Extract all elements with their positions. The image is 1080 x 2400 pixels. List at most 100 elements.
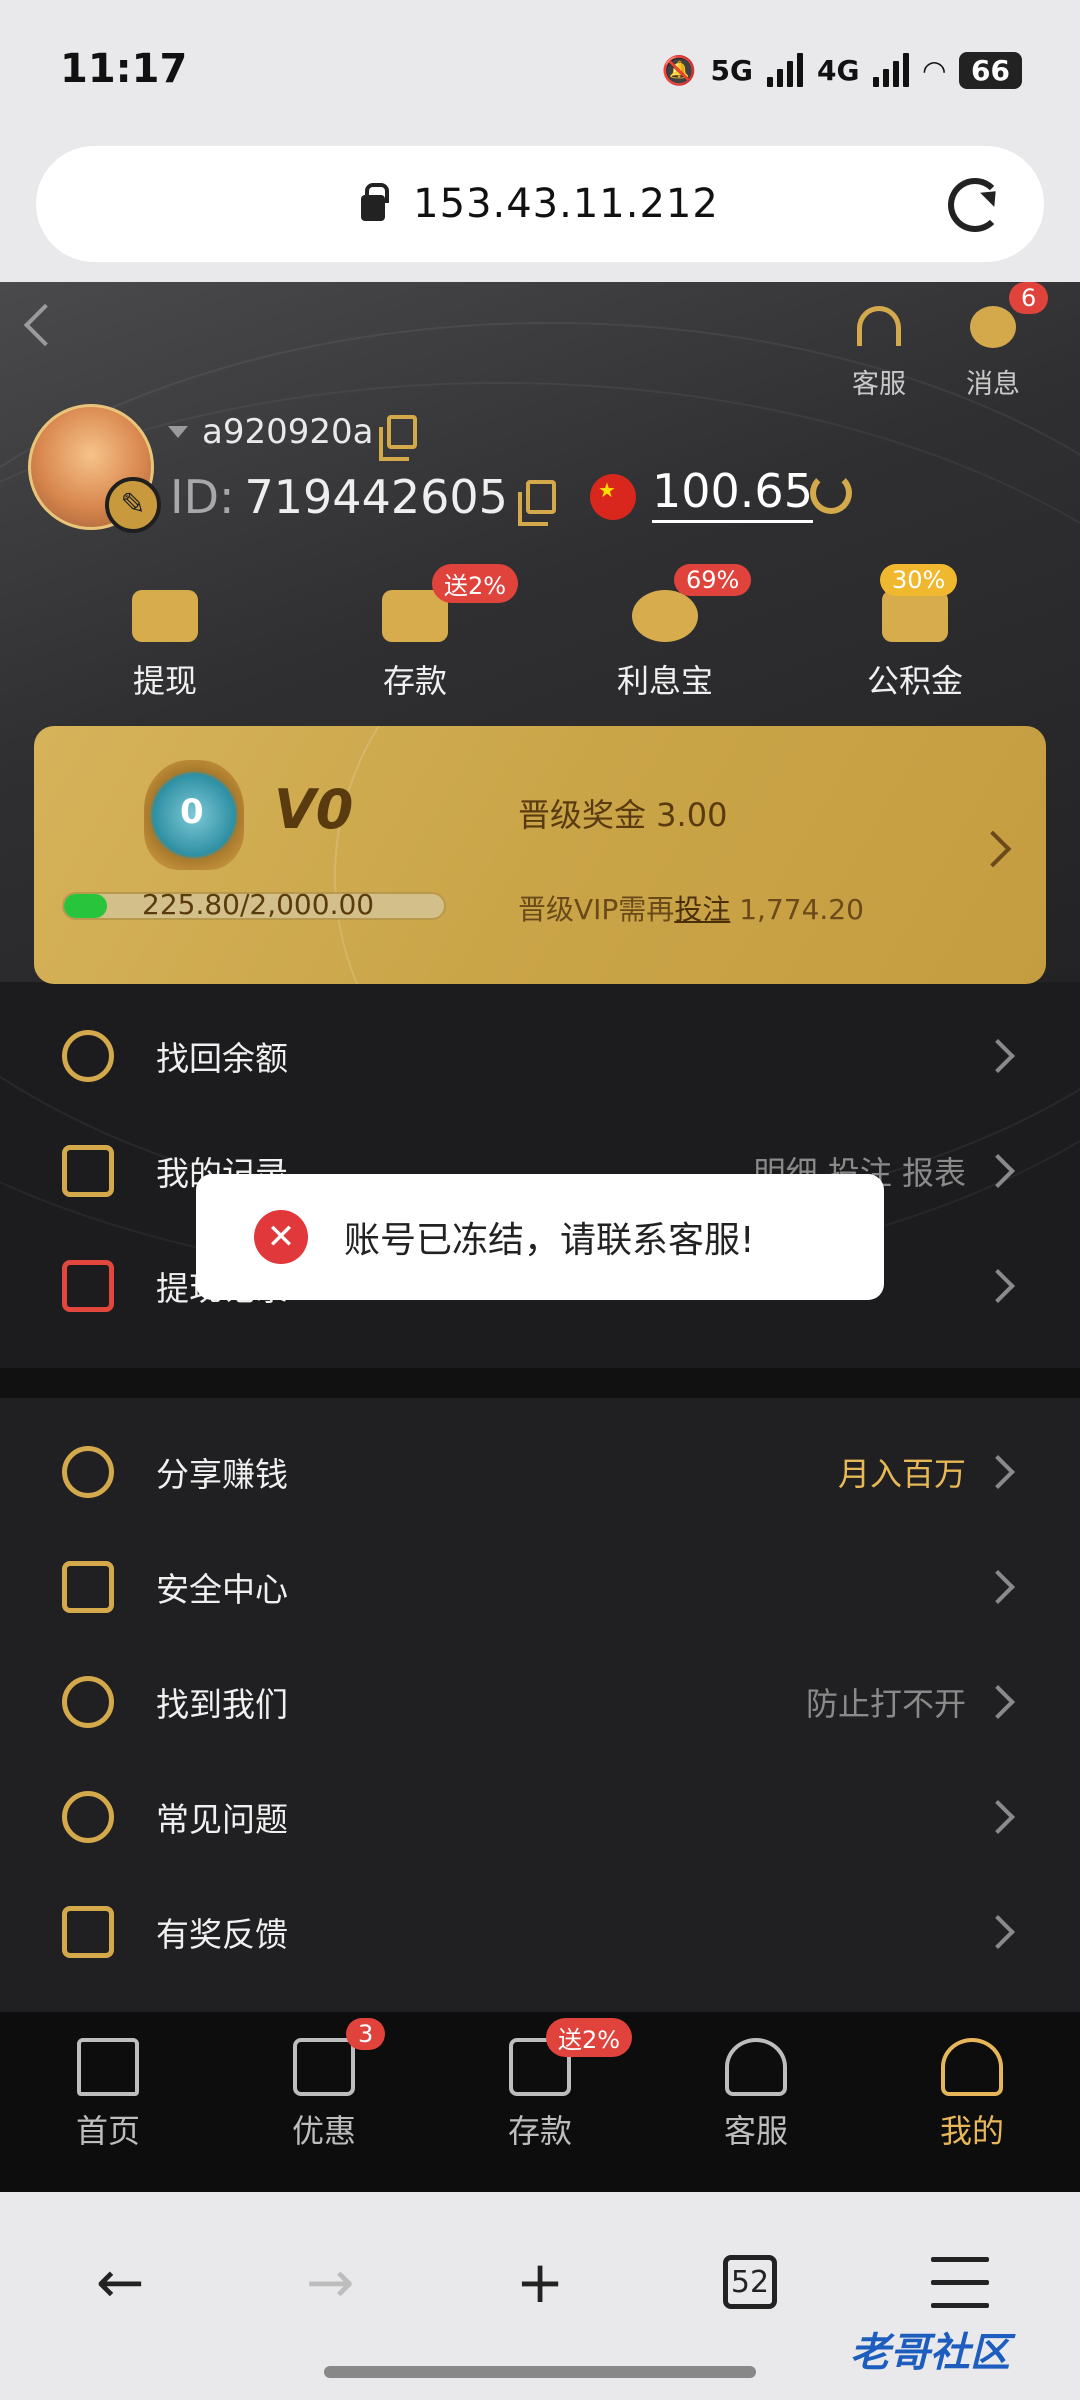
deposit-tab-badge: 送2% xyxy=(546,2018,633,2057)
vip-medal-icon: 0 xyxy=(144,760,244,870)
menu-label: 找到我们 xyxy=(156,1684,288,1724)
service-label: 客服 xyxy=(852,369,906,400)
messages-button[interactable]: 6 消息 xyxy=(948,282,1049,401)
interest-badge: 69% xyxy=(674,564,752,596)
id-label: ID: xyxy=(170,470,235,524)
refresh-balance-icon[interactable] xyxy=(810,472,852,514)
username-row: a920920a xyxy=(168,412,418,461)
action-interest[interactable]: 69% 利息宝 xyxy=(540,564,790,702)
net-4g-label: 4G xyxy=(817,53,860,87)
back-arrow-icon[interactable]: ← xyxy=(80,2242,160,2322)
headset-icon xyxy=(725,2038,787,2096)
wifi-icon: ◠ xyxy=(923,53,946,87)
battery-icon: 66 xyxy=(959,51,1022,89)
card-decoration xyxy=(334,726,1046,984)
back-icon[interactable] xyxy=(23,303,67,347)
menu-icon[interactable] xyxy=(920,2242,1000,2322)
reload-icon[interactable] xyxy=(948,178,1002,232)
action-label: 提现 xyxy=(132,662,197,700)
message-label: 消息 xyxy=(966,369,1020,400)
mute-icon: 🔕 xyxy=(661,53,697,87)
new-tab-icon[interactable]: + xyxy=(500,2242,580,2322)
action-withdraw[interactable]: 提现 xyxy=(40,590,290,702)
status-time: 11:17 xyxy=(60,46,188,92)
tab-mine[interactable]: 我的 xyxy=(864,2012,1080,2192)
action-label: 存款 xyxy=(382,662,447,700)
section-divider xyxy=(0,1368,1080,1398)
tab-service[interactable]: 客服 xyxy=(648,2012,864,2192)
upgrade-bonus: 晋级奖金 3.00 xyxy=(518,796,728,834)
need-amount: 1,774.20 xyxy=(739,893,864,926)
chevron-right-icon xyxy=(981,1038,1015,1073)
signal-icon-2 xyxy=(873,53,910,87)
home-icon xyxy=(77,2038,139,2096)
china-flag-icon xyxy=(590,474,636,520)
copy-id-icon[interactable] xyxy=(517,480,556,526)
menu-label: 安全中心 xyxy=(156,1569,288,1609)
address-bar[interactable]: 153.43.11.212 xyxy=(36,146,1044,262)
menu-feedback[interactable]: 有奖反馈 xyxy=(0,1874,1080,1989)
customer-service-button[interactable]: 客服 xyxy=(834,306,924,401)
gift-icon xyxy=(293,2038,355,2096)
action-label: 利息宝 xyxy=(616,662,713,700)
shield-icon xyxy=(62,1560,114,1613)
menu-security-center[interactable]: 安全中心 xyxy=(0,1529,1080,1644)
chevron-right-icon xyxy=(981,1153,1015,1188)
account-page: 客服 6 消息 ✎ a920920a ID: 719442605 100.65 xyxy=(0,282,1080,2192)
tab-label: 首页 xyxy=(75,2112,140,2150)
upgrade-requirement: 晋级VIP需再投注 1,774.20 xyxy=(518,888,864,928)
menu-label: 找回余额 xyxy=(156,1038,288,1078)
chevron-right-icon xyxy=(981,1914,1015,1949)
chevron-right-icon xyxy=(981,1684,1015,1719)
edit-icon xyxy=(62,1905,114,1958)
search-icon xyxy=(62,1675,114,1728)
record-icon xyxy=(62,1144,114,1197)
username: a920920a xyxy=(202,412,374,452)
watermark-logo: 老哥社区 xyxy=(850,2330,1010,2376)
action-deposit[interactable]: 送2% 存款 xyxy=(290,564,540,702)
menu-share-earn[interactable]: 分享赚钱 月入百万 xyxy=(0,1414,1080,1529)
avatar[interactable]: ✎ xyxy=(28,404,161,533)
user-id: 719442605 xyxy=(244,470,508,524)
net-5g-label: 5G xyxy=(710,53,754,87)
tab-label: 客服 xyxy=(723,2112,788,2150)
vip-level: V0 xyxy=(274,778,354,841)
tab-label: 存款 xyxy=(507,2112,572,2150)
tab-label: 优惠 xyxy=(291,2112,356,2150)
tab-count: 52 xyxy=(723,2255,777,2309)
fund-badge: 30% xyxy=(880,564,958,596)
home-indicator[interactable] xyxy=(324,2366,756,2378)
vip-card[interactable]: 0 V0 晋级奖金 3.00 225.80/2,000.00 晋级VIP需再投注… xyxy=(34,726,1046,984)
toast-message: 账号已冻结，请联系客服! xyxy=(344,1220,755,1261)
menu-find-us[interactable]: 找到我们 防止打不开 xyxy=(0,1644,1080,1759)
error-icon: ✕ xyxy=(254,1210,308,1264)
signal-icon xyxy=(767,53,804,87)
copy-username-icon[interactable] xyxy=(379,415,418,461)
chevron-right-icon xyxy=(981,1569,1015,1604)
dropdown-icon[interactable] xyxy=(168,426,188,448)
tab-promotions[interactable]: 3 优惠 xyxy=(216,2012,432,2192)
chevron-right-icon xyxy=(981,1454,1015,1489)
cash-icon xyxy=(132,590,198,642)
status-icons: 🔕 5G 4G ◠ 66 xyxy=(662,48,1022,92)
tab-deposit[interactable]: 送2% 存款 xyxy=(432,2012,648,2192)
tab-home[interactable]: 首页 xyxy=(0,2012,216,2192)
forward-arrow-icon[interactable]: → xyxy=(290,2242,370,2322)
menu-faq[interactable]: 常见问题 xyxy=(0,1759,1080,1874)
action-provident-fund[interactable]: 30% 公积金 xyxy=(790,564,1040,702)
menu-label: 分享赚钱 xyxy=(156,1454,288,1494)
tabs-button[interactable]: 52 xyxy=(710,2242,790,2322)
edit-avatar-icon[interactable]: ✎ xyxy=(105,477,161,533)
progress-fill xyxy=(64,894,107,918)
promo-badge: 3 xyxy=(346,2018,386,2050)
menu-label: 常见问题 xyxy=(156,1799,288,1839)
chat-bubble-icon: 6 xyxy=(965,282,1049,356)
menu-recover-balance[interactable]: 找回余额 xyxy=(0,998,1080,1113)
chevron-right-icon xyxy=(981,1268,1015,1303)
bet-link[interactable]: 投注 xyxy=(674,893,730,926)
hands-coin-icon xyxy=(882,590,948,642)
search-coin-icon xyxy=(62,1029,114,1082)
balance-amount[interactable]: 100.65 xyxy=(652,464,813,523)
headset-icon xyxy=(851,306,907,356)
user-id-row: ID: 719442605 xyxy=(170,470,556,526)
